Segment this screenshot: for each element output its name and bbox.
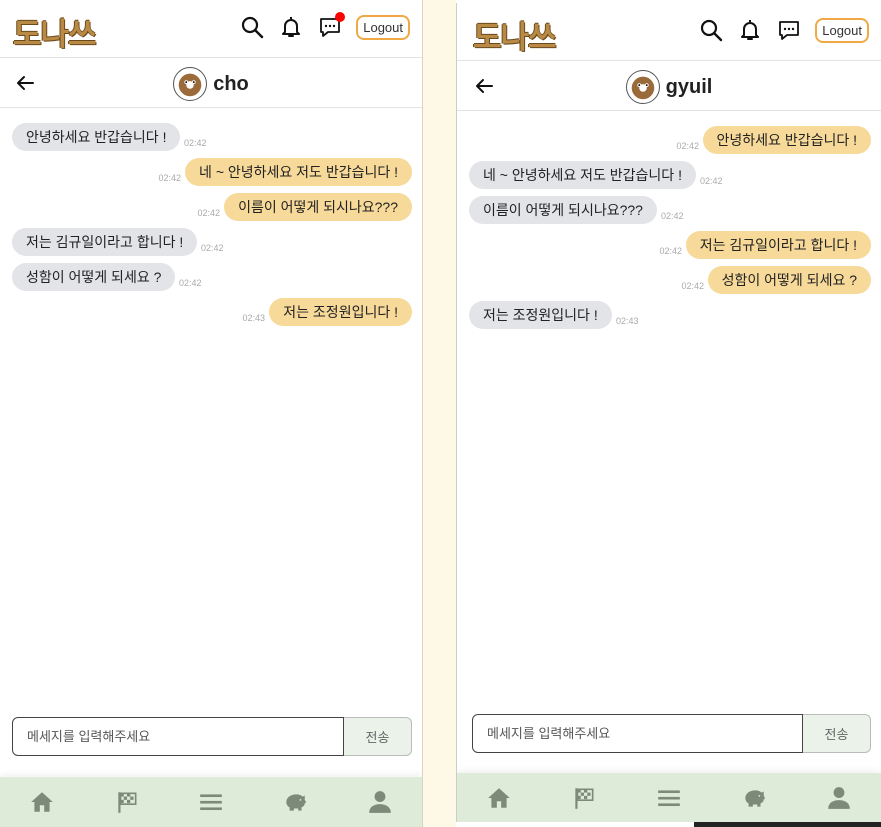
message-bubble: 네 ~ 안녕하세요 저도 반갑습니다 ! bbox=[185, 158, 412, 186]
nav-menu[interactable] bbox=[191, 782, 231, 822]
message-time: 02:42 bbox=[158, 173, 181, 183]
outgoing-message: 저는 조정원입니다 ! 02:43 bbox=[0, 293, 422, 328]
nav-profile[interactable] bbox=[360, 782, 400, 822]
message-time: 02:42 bbox=[201, 243, 224, 253]
nav-challenge[interactable] bbox=[564, 778, 604, 818]
message-bubble: 성함이 어떻게 되세요 ? bbox=[12, 263, 176, 291]
message-time: 02:43 bbox=[242, 313, 265, 323]
window-divider bbox=[422, 0, 456, 827]
peer-name: gyuil bbox=[665, 75, 713, 98]
donut-avatar-icon bbox=[631, 76, 654, 100]
message-bubble: 안녕하세요 반갑습니다 ! bbox=[702, 126, 871, 154]
outgoing-message: 네 ~ 안녕하세요 저도 반갑습니다 ! 02:42 bbox=[0, 153, 422, 188]
search-icon[interactable] bbox=[239, 14, 265, 40]
message-time: 02:42 bbox=[197, 208, 220, 218]
outgoing-message: 저는 김규일이라고 합니다 ! 02:42 bbox=[457, 226, 881, 261]
nav-savings[interactable] bbox=[275, 782, 315, 822]
message-input[interactable] bbox=[12, 717, 344, 756]
outgoing-message: 이름이 어떻게 되시나요??? 02:42 bbox=[0, 188, 422, 223]
nav-menu[interactable] bbox=[649, 778, 689, 818]
incoming-message: 네 ~ 안녕하세요 저도 반갑습니다 ! 02:42 bbox=[457, 156, 881, 191]
message-time: 02:43 bbox=[616, 316, 639, 326]
nav-profile[interactable] bbox=[819, 778, 859, 818]
nav-savings[interactable] bbox=[734, 778, 774, 818]
app-logo[interactable]: 도나쓰 bbox=[13, 9, 97, 53]
message-bubble: 이름이 어떻게 되시나요??? bbox=[224, 193, 412, 221]
chat-window-left: 도나쓰 Logout cho 안녕하세요 반갑습니다 ! 02:42 네 ~ 안… bbox=[0, 0, 422, 827]
message-bubble: 성함이 어떻게 되세요 ? bbox=[707, 266, 871, 294]
notification-dot bbox=[335, 12, 346, 22]
top-bar: 도나쓰 Logout bbox=[457, 3, 881, 61]
chat-peer: gyuil bbox=[457, 70, 881, 104]
message-bubble: 저는 조정원입니다 ! bbox=[269, 298, 412, 326]
flag-icon bbox=[575, 788, 594, 809]
message-time: 02:42 bbox=[681, 281, 704, 291]
message-bubble: 저는 조정원입니다 ! bbox=[469, 301, 612, 329]
desktop-corner bbox=[694, 822, 881, 827]
message-bubble: 저는 김규일이라고 합니다 ! bbox=[685, 231, 871, 259]
message-time: 02:42 bbox=[179, 278, 202, 288]
outgoing-message: 성함이 어떻게 되세요 ? 02:42 bbox=[457, 261, 881, 296]
user-icon bbox=[827, 787, 850, 809]
nav-home[interactable] bbox=[479, 778, 519, 818]
app-root: 도나쓰 Logout cho 안녕하세요 반갑습니다 ! 02:42 네 ~ 안… bbox=[0, 0, 881, 827]
incoming-message: 저는 김규일이라고 합니다 ! 02:42 bbox=[0, 223, 422, 258]
avatar bbox=[625, 70, 660, 104]
nav-challenge[interactable] bbox=[107, 782, 147, 822]
chat-header: gyuil bbox=[457, 62, 881, 111]
incoming-message: 안녕하세요 반갑습니다 ! 02:42 bbox=[0, 118, 422, 153]
home-icon bbox=[488, 788, 511, 808]
logout-button[interactable]: Logout bbox=[815, 17, 869, 43]
message-list: 안녕하세요 반갑습니다 ! 02:42 네 ~ 안녕하세요 저도 반갑습니다 ! 02… bbox=[457, 121, 881, 331]
message-input[interactable] bbox=[472, 714, 803, 753]
nav-home[interactable] bbox=[22, 782, 62, 822]
message-time: 02:42 bbox=[676, 141, 699, 151]
logout-button[interactable]: Logout bbox=[356, 14, 410, 40]
menu-icon bbox=[658, 790, 680, 807]
bell-icon[interactable] bbox=[278, 14, 304, 40]
message-bubble: 네 ~ 안녕하세요 저도 반갑습니다 ! bbox=[469, 161, 696, 189]
chat-icon[interactable] bbox=[776, 17, 802, 43]
send-button[interactable]: 전송 bbox=[344, 717, 412, 756]
menu-icon bbox=[200, 794, 222, 811]
incoming-message: 성함이 어떻게 되세요 ? 02:42 bbox=[0, 258, 422, 293]
message-time: 02:42 bbox=[661, 211, 684, 221]
chat-window-right: 도나쓰 Logout gyuil 안녕하세요 반갑습니다 ! 02:42 네 ~… bbox=[456, 3, 881, 822]
donut-avatar-icon bbox=[178, 73, 202, 97]
message-bubble: 저는 김규일이라고 합니다 ! bbox=[12, 228, 198, 256]
message-bubble: 이름이 어떻게 되시나요??? bbox=[469, 196, 657, 224]
message-bubble: 안녕하세요 반갑습니다 ! bbox=[12, 123, 181, 151]
flag-icon bbox=[117, 792, 137, 813]
app-logo[interactable]: 도나쓰 bbox=[473, 12, 557, 56]
chat-icon[interactable] bbox=[317, 12, 346, 40]
top-icons: Logout bbox=[239, 12, 410, 42]
top-icons: Logout bbox=[698, 15, 869, 45]
top-bar: 도나쓰 Logout bbox=[0, 0, 422, 58]
send-button[interactable]: 전송 bbox=[803, 714, 871, 753]
message-composer: 전송 bbox=[12, 717, 412, 756]
search-icon[interactable] bbox=[698, 17, 724, 43]
outgoing-message: 안녕하세요 반갑습니다 ! 02:42 bbox=[457, 121, 881, 156]
peer-name: cho bbox=[213, 72, 249, 95]
home-icon bbox=[31, 792, 54, 812]
message-time: 02:42 bbox=[700, 176, 723, 186]
message-list: 안녕하세요 반갑습니다 ! 02:42 네 ~ 안녕하세요 저도 반갑습니다 ! 02… bbox=[0, 118, 422, 328]
bell-icon[interactable] bbox=[737, 17, 763, 43]
user-icon bbox=[368, 791, 391, 813]
piggy-bank-icon bbox=[745, 790, 765, 807]
incoming-message: 이름이 어떻게 되시나요??? 02:42 bbox=[457, 191, 881, 226]
message-time: 02:42 bbox=[659, 246, 682, 256]
bottom-nav bbox=[457, 773, 881, 822]
incoming-message: 저는 조정원입니다 ! 02:43 bbox=[457, 296, 881, 331]
chat-peer: cho bbox=[0, 67, 422, 101]
piggy-bank-icon bbox=[286, 794, 307, 811]
avatar bbox=[173, 67, 208, 101]
bottom-nav bbox=[0, 777, 422, 827]
message-composer: 전송 bbox=[472, 714, 871, 753]
chat-header: cho bbox=[0, 59, 422, 108]
message-time: 02:42 bbox=[184, 138, 207, 148]
